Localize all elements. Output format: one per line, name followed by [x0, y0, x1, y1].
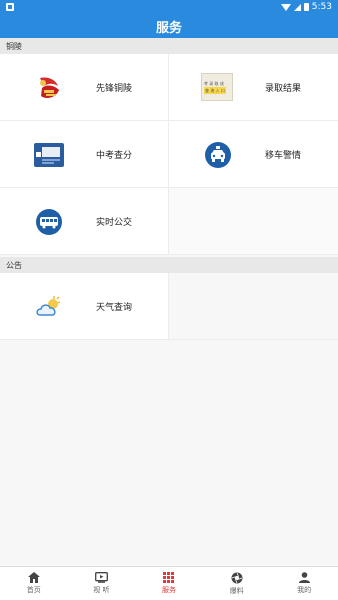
bottom-nav: 首页 视 听 服务 爆料 我的	[0, 566, 338, 600]
status-time: 5:53	[311, 2, 332, 12]
services-grid-icon	[163, 572, 175, 583]
status-bar: 5:53	[0, 0, 338, 14]
grid-empty-cell	[169, 188, 338, 255]
notification-icon	[6, 3, 14, 11]
section-header-tongling: 铜陵	[0, 38, 338, 54]
nav-label: 服务	[161, 586, 176, 594]
service-item-realtime-bus[interactable]: 实时公交	[0, 188, 169, 255]
nav-label: 首页	[26, 586, 41, 594]
service-grid-notice: 天气查询	[0, 273, 338, 340]
section-header-notice: 公告	[0, 257, 338, 273]
car-move-alert-icon	[203, 141, 233, 169]
admission-results-icon: 考 录 取 成 查 询 入 口	[201, 73, 233, 101]
nav-label: 视 听	[93, 586, 110, 594]
admission-icon-text-1: 考 录 取 成	[204, 81, 224, 86]
service-label: 录取结果	[265, 84, 302, 94]
home-icon	[27, 572, 40, 583]
admission-icon-text-2: 查 询 入 口	[204, 87, 226, 94]
signal-icon	[293, 3, 301, 11]
service-grid-tongling: 先锋铜陵 考 录 取 成 查 询 入 口 录取结果 中考查分 移车警情 实时公交	[0, 54, 338, 255]
service-label: 先锋铜陵	[96, 84, 133, 94]
user-icon	[298, 572, 310, 583]
nav-services[interactable]: 服务	[135, 567, 203, 600]
service-label: 中考查分	[96, 151, 133, 161]
nav-profile[interactable]: 我的	[270, 567, 338, 600]
nav-label: 我的	[297, 586, 312, 594]
page-title: 服务	[155, 20, 182, 36]
weather-icon	[34, 293, 64, 321]
battery-icon	[303, 3, 309, 11]
camera-shutter-icon	[231, 572, 243, 583]
service-item-exam-score[interactable]: 中考查分	[0, 121, 169, 188]
service-label: 实时公交	[96, 218, 133, 228]
service-label: 移车警情	[265, 151, 302, 161]
bus-icon	[34, 208, 64, 236]
grid-empty-cell	[169, 273, 338, 340]
exam-score-icon	[34, 141, 64, 169]
video-icon	[94, 572, 108, 583]
app-header: 服务	[0, 14, 338, 38]
section-title: 铜陵	[6, 41, 22, 51]
service-item-admission-results[interactable]: 考 录 取 成 查 询 入 口 录取结果	[169, 54, 338, 121]
service-item-pioneer[interactable]: 先锋铜陵	[0, 54, 169, 121]
section-title: 公告	[6, 260, 22, 270]
status-indicators: 5:53	[280, 2, 332, 12]
pioneer-emblem-icon	[34, 74, 64, 102]
service-item-car-move-alert[interactable]: 移车警情	[169, 121, 338, 188]
nav-label: 爆料	[229, 586, 244, 595]
nav-video[interactable]: 视 听	[68, 567, 136, 600]
service-label: 天气查询	[96, 303, 133, 313]
nav-home[interactable]: 首页	[0, 567, 68, 600]
nav-report[interactable]: 爆料	[203, 567, 271, 600]
wifi-icon	[280, 3, 291, 11]
service-item-weather[interactable]: 天气查询	[0, 273, 169, 340]
